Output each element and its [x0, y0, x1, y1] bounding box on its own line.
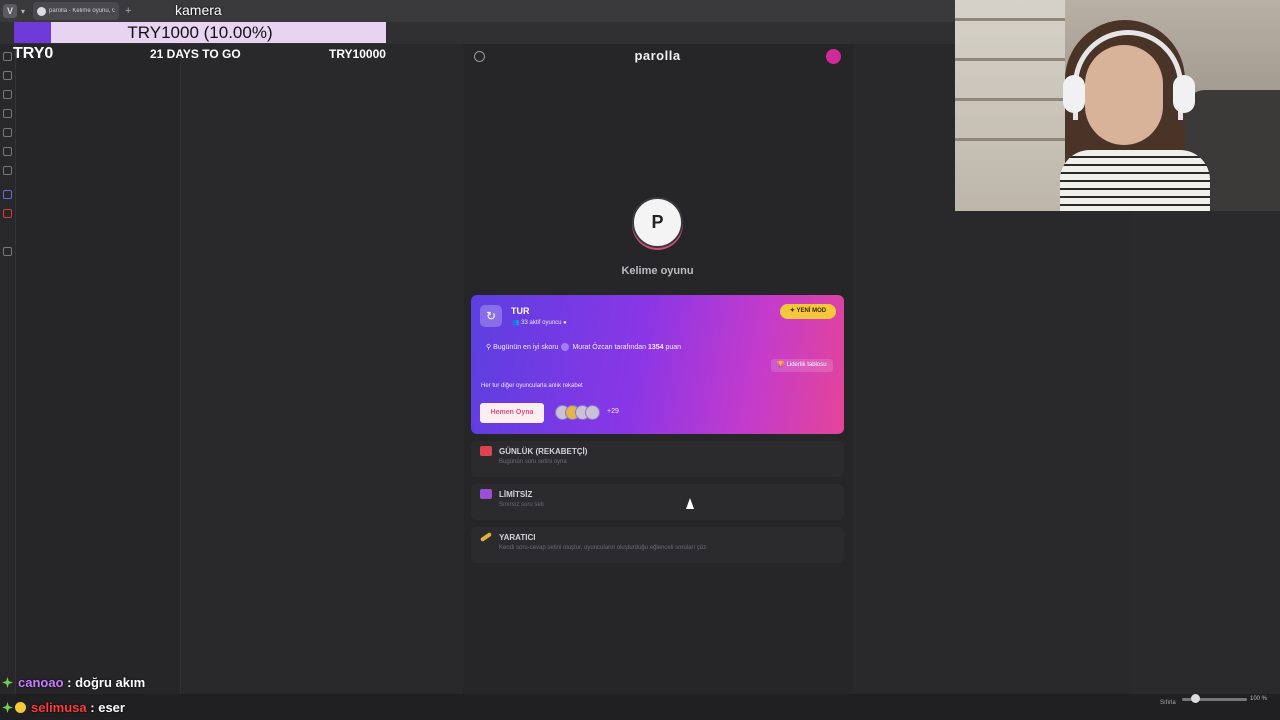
add-panel-icon[interactable] [3, 247, 12, 256]
mode-title: YARATICI [499, 533, 536, 542]
vivaldi-icon[interactable] [3, 209, 12, 218]
sub-badge-icon [15, 702, 26, 713]
tab-bar: V ▾ parolla - Kelime oyunu, Gü + [0, 0, 955, 22]
mode-description: Her tur diğer oyuncularla anlık rekabet [481, 383, 583, 389]
window-icon[interactable] [3, 147, 12, 156]
infinity-icon [480, 489, 492, 499]
language-icon[interactable] [474, 51, 485, 62]
mode-title: GÜNLÜK (REKABETÇİ) [499, 447, 588, 456]
zoom-slider-handle[interactable] [1191, 694, 1200, 703]
mode-unlimited[interactable]: LİMİTSİZ Sınırsız soru seti [471, 484, 844, 520]
tab-title: parolla - Kelime oyunu, Gü [49, 8, 116, 14]
sparkle-badge-icon [2, 702, 13, 713]
chat-username: canoao [18, 675, 64, 690]
more-players-count: +29 [607, 408, 619, 415]
goal-start: TRY0 [13, 45, 54, 62]
translate-icon[interactable] [3, 128, 12, 137]
zoom-reset[interactable]: Sıfırla [1160, 700, 1176, 706]
zoom-level: 100 % [1250, 696, 1268, 702]
chat-message: canoao : doğru akım [2, 675, 145, 690]
mode-title: TUR [511, 306, 530, 316]
chat-text: eser [98, 700, 125, 715]
history-icon[interactable] [3, 90, 12, 99]
best-score-unit: puan [665, 344, 682, 351]
mode-daily[interactable]: GÜNLÜK (REKABETÇİ) Bugünün soru setini o… [471, 441, 844, 477]
status-bar [0, 694, 1280, 720]
browser-tab[interactable]: parolla - Kelime oyunu, Gü [33, 2, 120, 20]
chat-separator: : [86, 700, 99, 715]
avatar[interactable] [826, 49, 841, 64]
best-score-value: 1354 [647, 344, 664, 351]
favicon-icon [37, 6, 47, 16]
featured-mode-card[interactable]: ↻ TUR 👥 33 aktif oyuncu ● ✦ YENİ MOD ⚲ B… [471, 295, 844, 434]
bookmarks-icon[interactable] [3, 52, 12, 61]
avatar [585, 405, 600, 420]
sparkle-badge-icon [2, 677, 13, 688]
side-panel [16, 44, 181, 694]
streamer-shirt [1060, 150, 1210, 211]
player-avatars [555, 405, 601, 420]
shelf-line [955, 98, 1065, 101]
goal-target: TRY10000 [329, 47, 386, 61]
mode-title: LİMİTSİZ [499, 490, 533, 499]
calendar-icon [480, 446, 492, 456]
brand-title[interactable]: parolla [600, 48, 715, 63]
webcam-feed [955, 0, 1280, 211]
scene-label: kamera [175, 2, 222, 18]
mode-creative[interactable]: YARATICI Kendi soru-cevap setini oluştur… [471, 527, 844, 563]
headset-ear-cup [1173, 75, 1195, 113]
chat-message: selimusa : eser [2, 700, 125, 715]
logo-subtitle: Kelime oyunu [621, 265, 694, 277]
goal-text: TRY1000 (10.00%) [127, 23, 273, 42]
best-score-row: ⚲ Bugünün en iyi skoru Murat Özcan tarafı… [486, 343, 682, 352]
downloads-icon[interactable] [3, 71, 12, 80]
stream-background [1133, 211, 1280, 694]
chat-separator: : [63, 675, 76, 690]
notes-icon[interactable] [3, 109, 12, 118]
screen: V ▾ parolla - Kelime oyunu, Gü + kamera … [0, 0, 1280, 720]
browser-sidebar [0, 44, 16, 694]
new-mode-badge: ✦ YENİ MOD [780, 304, 836, 319]
reading-list-icon[interactable] [3, 166, 12, 175]
mouse-cursor-icon [686, 498, 694, 509]
mode-description: Bugünün soru setini oyna [499, 459, 567, 465]
chevron-down-icon[interactable]: ▾ [21, 7, 25, 16]
browser-logo-icon[interactable]: V [3, 4, 17, 18]
chat-text: doğru akım [75, 675, 146, 690]
play-now-button[interactable]: Hemen Oyna [480, 403, 544, 423]
refresh-icon: ↻ [480, 305, 502, 327]
mode-description: Sınırsız soru seti [499, 502, 544, 508]
player-avatar-icon [561, 343, 570, 352]
logo: P [632, 197, 683, 248]
donation-goal-bar: TRY1000 (10.00%) [14, 22, 386, 43]
active-players: 👥 33 aktif oyuncu ● [512, 320, 567, 326]
shelf-line [955, 138, 1065, 141]
new-tab-button[interactable]: + [125, 5, 131, 17]
discord-icon[interactable] [3, 190, 12, 199]
chat-username: selimusa [31, 700, 87, 715]
headset-ear-cup [1063, 75, 1085, 113]
pencil-icon [479, 531, 493, 543]
mode-description: Kendi soru-cevap setini oluştur, oyuncul… [499, 545, 707, 551]
shelf-line [955, 58, 1065, 61]
background-shelf [955, 0, 1065, 211]
best-score-by: Murat Özcan tarafından [572, 344, 647, 351]
goal-days-left: 21 DAYS TO GO [150, 47, 241, 61]
shelf-line [955, 18, 1065, 21]
leaderboard-button[interactable]: 🏆 Liderlik tablosu [771, 359, 833, 372]
best-score-label: Bugünün en iyi skoru [493, 344, 559, 351]
